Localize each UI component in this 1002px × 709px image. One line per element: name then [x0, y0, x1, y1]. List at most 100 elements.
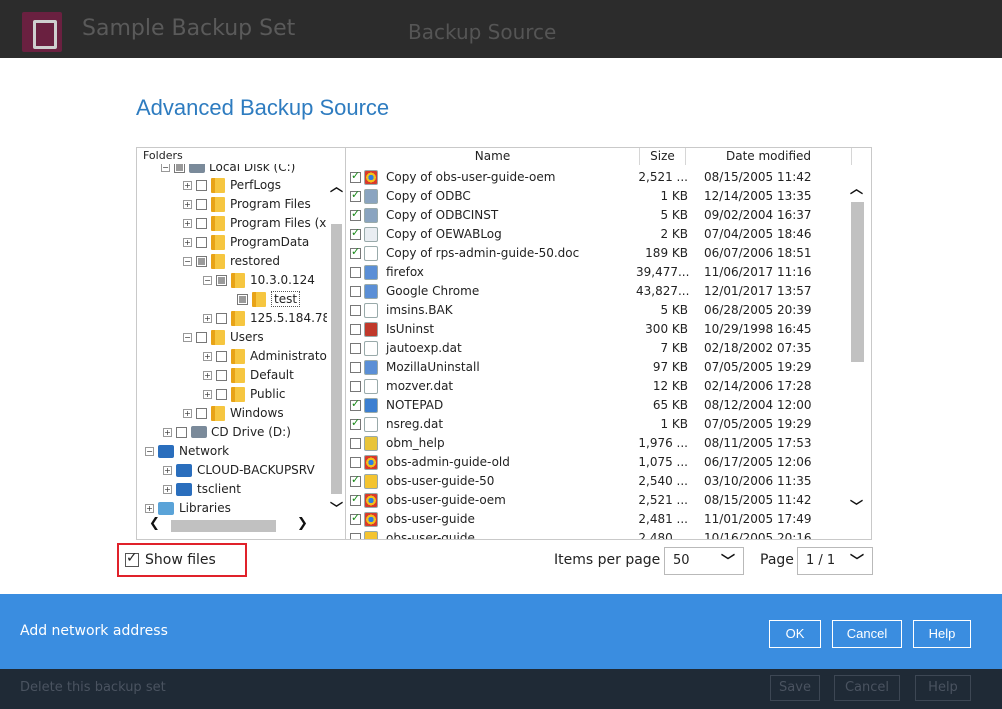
- tree-item[interactable]: − 10.3.0.124: [203, 271, 315, 289]
- tree-horizontal-scrollbar[interactable]: ❮ ❯: [137, 514, 327, 536]
- file-checkbox[interactable]: [350, 533, 361, 539]
- tree-item[interactable]: test: [237, 290, 301, 308]
- collapse-icon[interactable]: −: [145, 446, 154, 456]
- file-checkbox[interactable]: [350, 188, 361, 202]
- expand-icon[interactable]: +: [183, 408, 192, 418]
- file-checkbox[interactable]: [350, 207, 361, 221]
- tree-item[interactable]: +125.5.184.78: [203, 309, 327, 327]
- expand-icon[interactable]: +: [183, 180, 192, 190]
- scroll-up-icon[interactable]: ︿: [330, 176, 343, 195]
- checkbox[interactable]: [196, 236, 207, 248]
- file-checkbox[interactable]: [350, 381, 361, 392]
- expand-icon[interactable]: +: [163, 465, 172, 475]
- scroll-down-icon[interactable]: ﹀: [330, 498, 343, 517]
- file-checkbox[interactable]: [350, 226, 361, 240]
- collapse-icon[interactable]: −: [203, 275, 212, 285]
- checkbox[interactable]: [196, 255, 207, 267]
- scroll-right-icon[interactable]: ❯: [297, 516, 308, 531]
- checkbox[interactable]: [216, 312, 227, 324]
- file-row[interactable]: obs-admin-guide-old 1,075 ... 06/17/2005 1…: [346, 453, 846, 472]
- file-row[interactable]: IsUninst 300 KB 10/29/1998 16:45: [346, 320, 846, 339]
- tree-item[interactable]: − Users: [183, 328, 264, 346]
- column-header-size[interactable]: Size: [640, 148, 686, 165]
- expand-icon[interactable]: +: [203, 389, 212, 399]
- show-files-checkbox[interactable]: [125, 550, 139, 567]
- file-row[interactable]: obm_help 1,976 ... 08/11/2005 17:53: [346, 434, 846, 453]
- file-checkbox[interactable]: [350, 397, 361, 411]
- file-row[interactable]: obs-user-guide-oem 2,521 ... 08/15/2005 11…: [346, 491, 846, 510]
- file-row[interactable]: MozillaUninstall 97 KB 07/05/2005 19:29: [346, 358, 846, 377]
- file-row[interactable]: nsreg.dat 1 KB 07/05/2005 19:29: [346, 415, 846, 434]
- tree-item[interactable]: + Public: [203, 385, 286, 403]
- column-header-name[interactable]: Name: [346, 148, 640, 165]
- expand-icon[interactable]: +: [183, 237, 192, 247]
- tree-item[interactable]: + Program Files: [183, 195, 311, 213]
- tree-vertical-scrollbar[interactable]: ︿ ﹀: [327, 176, 345, 517]
- expand-icon[interactable]: +: [183, 199, 192, 209]
- tree-item[interactable]: + ProgramData: [183, 233, 309, 251]
- tree-item[interactable]: + Windows: [183, 404, 284, 422]
- checkbox[interactable]: [176, 426, 187, 438]
- show-files-option[interactable]: Show files: [117, 543, 247, 577]
- file-checkbox[interactable]: [350, 492, 361, 506]
- checkbox[interactable]: [237, 293, 248, 305]
- expand-icon[interactable]: +: [203, 313, 212, 323]
- checkbox[interactable]: [196, 198, 207, 210]
- file-vertical-scrollbar[interactable]: ︿ ﹀: [846, 168, 868, 538]
- file-row[interactable]: imsins.BAK 5 KB 06/28/2005 20:39: [346, 301, 846, 320]
- expand-icon[interactable]: +: [163, 427, 172, 437]
- checkbox[interactable]: [196, 179, 207, 191]
- checkbox[interactable]: [216, 388, 227, 400]
- checkbox[interactable]: [196, 407, 207, 419]
- expand-icon[interactable]: +: [183, 218, 192, 228]
- checkbox[interactable]: [216, 350, 227, 362]
- tree-item[interactable]: + tsclient: [163, 480, 241, 498]
- tree-item[interactable]: − Network: [145, 442, 229, 460]
- expand-icon[interactable]: +: [203, 370, 212, 380]
- file-row[interactable]: Copy of ODBC 1 KB 12/14/2005 13:35: [346, 187, 846, 206]
- ok-button[interactable]: OK: [769, 620, 821, 648]
- file-row[interactable]: obs-user-guide 2,481 ... 11/01/2005 17:49: [346, 510, 846, 529]
- scroll-left-icon[interactable]: ❮: [149, 516, 160, 531]
- checkbox[interactable]: [196, 331, 207, 343]
- page-select[interactable]: 1 / 1 ﹀: [797, 547, 873, 575]
- file-checkbox[interactable]: [350, 286, 361, 297]
- checkbox[interactable]: [216, 274, 227, 286]
- tree-item[interactable]: + Default: [203, 366, 294, 384]
- file-checkbox[interactable]: [350, 267, 361, 278]
- expand-icon[interactable]: +: [203, 351, 212, 361]
- tree-item[interactable]: + Administrator: [203, 347, 327, 365]
- file-row[interactable]: jautoexp.dat 7 KB 02/18/2002 07:35: [346, 339, 846, 358]
- file-row[interactable]: Copy of rps-admin-guide-50.doc 189 KB 06/0…: [346, 244, 846, 263]
- file-checkbox[interactable]: [350, 169, 361, 183]
- expand-icon[interactable]: +: [145, 503, 154, 513]
- file-row[interactable]: Google Chrome 43,827... 12/01/2017 13:57: [346, 282, 846, 301]
- tree-item[interactable]: + Program Files (x86): [183, 214, 327, 232]
- file-row[interactable]: obs-user-guide-50 2,540 ... 03/10/2006 11:…: [346, 472, 846, 491]
- file-row[interactable]: firefox 39,477... 11/06/2017 11:16: [346, 263, 846, 282]
- file-row[interactable]: Copy of ODBCINST 5 KB 09/02/2004 16:37: [346, 206, 846, 225]
- scroll-down-icon[interactable]: ﹀: [850, 496, 863, 515]
- file-checkbox[interactable]: [350, 511, 361, 525]
- file-checkbox[interactable]: [350, 362, 361, 373]
- file-checkbox[interactable]: [350, 473, 361, 487]
- file-row[interactable]: NOTEPAD 65 KB 08/12/2004 12:00: [346, 396, 846, 415]
- file-checkbox[interactable]: [350, 324, 361, 335]
- checkbox[interactable]: [196, 217, 207, 229]
- tree-item[interactable]: − Local Disk (C:): [161, 162, 295, 176]
- cancel-button[interactable]: Cancel: [832, 620, 902, 648]
- scroll-up-icon[interactable]: ︿: [850, 178, 863, 197]
- add-network-address-link[interactable]: Add network address: [20, 623, 168, 639]
- file-checkbox[interactable]: [350, 343, 361, 354]
- file-row[interactable]: mozver.dat 12 KB 02/14/2006 17:28: [346, 377, 846, 396]
- tree-item[interactable]: + CLOUD-BACKUPSRV: [163, 461, 315, 479]
- file-checkbox[interactable]: [350, 416, 361, 430]
- file-checkbox[interactable]: [350, 245, 361, 259]
- file-checkbox[interactable]: [350, 438, 361, 449]
- file-checkbox[interactable]: [350, 305, 361, 316]
- file-checkbox[interactable]: [350, 457, 361, 468]
- column-header-date[interactable]: Date modified: [686, 148, 852, 165]
- items-per-page-select[interactable]: 50 ﹀: [664, 547, 744, 575]
- tree-item[interactable]: + PerfLogs: [183, 176, 281, 194]
- help-button[interactable]: Help: [913, 620, 971, 648]
